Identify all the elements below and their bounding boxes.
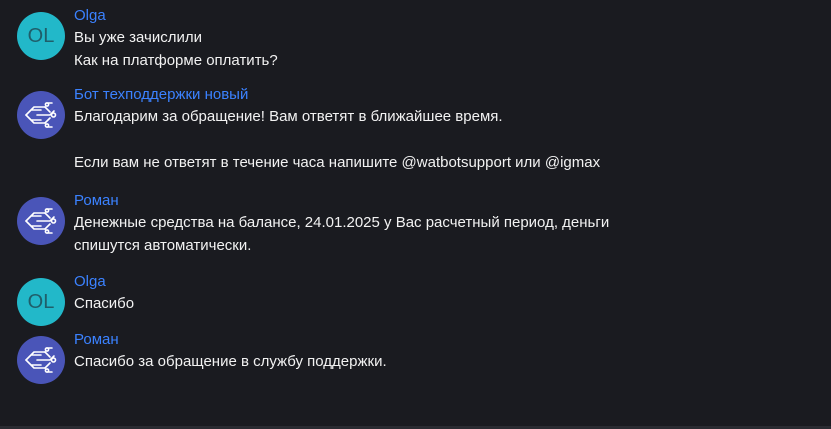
message-text: Как на платформе оплатить? [74,52,278,69]
chat-message: Бот техподдержки новый Благодарим за обр… [17,86,601,174]
message-body: Бот техподдержки новый Благодарим за обр… [74,86,601,174]
chat-message-list: OL Olga Вы уже зачислили Как на платформ… [0,0,831,429]
message-body: Роман Спасибо за обращение в службу подд… [74,331,387,373]
message-text: Вы уже зачислили [74,29,203,46]
message-text: Спасибо [74,295,135,312]
message-author[interactable]: Роман [74,330,387,350]
message-author[interactable]: Olga [74,6,278,26]
chat-message: Роман Денежные средства на балансе, 24.0… [17,192,610,257]
message-text: Благодарим за обращение! Вам ответят в б… [74,108,503,125]
user-avatar[interactable]: OL [17,12,65,60]
avatar-initials: OL [27,24,55,47]
message-text: спишутся автоматически. [74,237,252,254]
message-body: Роман Денежные средства на балансе, 24.0… [74,192,610,257]
user-avatar[interactable]: OL [17,278,65,326]
message-text: Спасибо за обращение в службу поддержки. [74,353,387,370]
message-author[interactable]: Бот техподдержки новый [74,85,600,105]
message-body: Olga Спасибо [74,273,135,315]
bot-avatar[interactable] [17,336,65,384]
bot-avatar[interactable] [17,91,65,139]
circuit-bot-icon [25,347,57,373]
bot-avatar[interactable] [17,197,65,245]
circuit-bot-icon [25,102,57,128]
circuit-bot-icon [25,208,57,234]
message-text: Денежные средства на балансе, 24.01.2025… [74,214,610,231]
avatar-initials: OL [27,290,55,313]
chat-message: OL Olga Вы уже зачислили Как на платформ… [17,7,278,72]
chat-message: OL Olga Спасибо [17,273,135,326]
message-body: Olga Вы уже зачислили Как на платформе о… [74,7,278,72]
message-author[interactable]: Роман [74,191,609,211]
message-author[interactable]: Olga [74,272,134,292]
chat-message: Роман Спасибо за обращение в службу подд… [17,331,387,384]
message-text: Если вам не ответят в течение часа напиш… [74,154,601,171]
